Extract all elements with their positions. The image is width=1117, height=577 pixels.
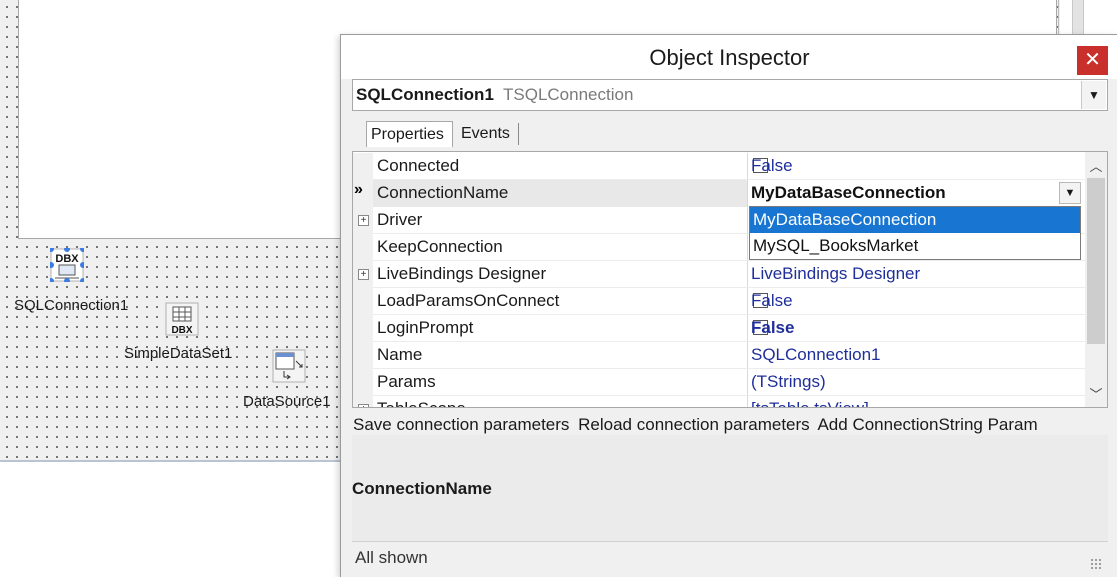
simpledataset-component[interactable]: DBX [165,302,199,341]
add-connectionstring-param-link[interactable]: Add ConnectionString Param [817,415,1037,434]
expand-icon[interactable]: + [358,269,369,280]
expand-icon[interactable]: + [358,404,369,407]
description-title: ConnectionName [352,479,492,498]
inspector-title: Object Inspector [341,35,1117,79]
property-name: TableScope [377,399,466,407]
property-row[interactable]: Connected False [353,153,1086,180]
property-description-panel: ConnectionName [352,435,1108,541]
selected-object-type: TSQLConnection [503,85,634,104]
connectionname-dropdown-button[interactable]: ▼ [1059,182,1081,204]
property-row[interactable]: Params (TStrings) [353,369,1086,396]
property-value: SQLConnection1 [751,345,881,364]
column-divider [747,369,748,396]
svg-text:DBX: DBX [171,325,192,336]
column-divider [747,288,748,315]
connectionname-value[interactable]: MyDataBaseConnection [751,183,946,203]
object-inspector-window: Object Inspector ✕ SQLConnection1 TSQLCo… [340,34,1117,577]
scroll-up-icon[interactable]: ︿ [1085,156,1107,175]
property-name: LiveBindings Designer [377,264,547,283]
resize-grip-icon[interactable] [1090,558,1102,570]
column-divider [747,396,748,407]
scroll-thumb[interactable] [1087,178,1105,344]
property-row[interactable]: + TableScope [tsTable,tsView] [353,396,1086,407]
column-divider [747,261,748,288]
property-grid-scrollbar[interactable]: ︿ ﹀ [1085,152,1107,407]
row-gutter [353,288,373,315]
tab-events[interactable]: Events [457,121,519,147]
property-name: Driver [377,210,423,229]
property-value: False [751,291,793,310]
selected-row-marker-icon: » [354,181,363,198]
scroll-down-icon[interactable]: ﹀ [1085,384,1107,403]
tab-separator [518,123,519,145]
property-grid[interactable]: Connected False » ConnectionName MyDataB… [352,151,1108,408]
property-name: ConnectionName [377,183,509,202]
property-row-selected[interactable]: » ConnectionName MyDataBaseConnection ▼ [353,180,1086,207]
property-row[interactable]: LoadParamsOnConnect False [353,288,1086,315]
row-gutter [353,153,373,180]
tab-properties[interactable]: Properties [366,121,453,147]
column-divider [747,153,748,180]
object-selector-dropdown-button[interactable]: ▼ [1081,81,1106,109]
column-divider [747,315,748,342]
reload-connection-parameters-link[interactable]: Reload connection parameters [578,415,810,434]
sqlconnection-label: SQLConnection1 [14,297,129,314]
close-button[interactable]: ✕ [1077,46,1108,75]
chevron-down-icon: ▼ [1088,88,1100,102]
property-name: Connected [377,156,460,175]
property-name: LoginPrompt [377,318,474,337]
column-divider [747,342,748,369]
property-name: Name [377,345,423,364]
chevron-down-icon: ▼ [1064,187,1076,199]
datasource-label: DataSource1 [243,393,331,410]
simpledataset-label: SimpleDataSet1 [124,345,233,362]
datasource-icon [272,349,306,383]
property-row[interactable]: + LiveBindings Designer LiveBindings Des… [353,261,1086,288]
property-name: LoadParamsOnConnect [377,291,560,310]
expand-icon[interactable]: + [358,215,369,226]
status-text: All shown [355,548,428,567]
livebindings-link[interactable]: LiveBindings Designer [751,264,920,284]
dbx-connection-icon: DBX [48,246,86,284]
inspector-tabs: Properties Events [352,117,1108,149]
dropdown-option-highlighted[interactable]: MyDataBaseConnection [750,207,1080,233]
property-row[interactable]: Name SQLConnection1 [353,342,1086,369]
save-connection-parameters-link[interactable]: Save connection parameters [353,415,569,434]
property-name: Params [377,372,436,391]
connectionname-dropdown-list[interactable]: MyDataBaseConnection MySQL_BooksMarket [749,206,1081,260]
property-value: False [751,156,793,175]
dbx-dataset-icon: DBX [165,302,199,336]
close-icon: ✕ [1084,49,1101,71]
row-gutter [353,315,373,342]
dropdown-option[interactable]: MySQL_BooksMarket [750,233,1080,259]
property-value: (TStrings) [751,372,826,391]
datasource-component[interactable] [272,349,306,388]
sqlconnection-component[interactable]: DBX [48,246,86,287]
component-verbs: Save connection parameters Reload connec… [353,415,1042,435]
row-gutter [353,234,373,261]
column-divider [747,234,748,261]
object-selector[interactable]: SQLConnection1 TSQLConnection ▼ [352,79,1108,111]
selected-object-name: SQLConnection1 [356,85,494,104]
property-name: KeepConnection [377,237,503,256]
property-row[interactable]: LoginPrompt False [353,315,1086,342]
row-gutter [353,369,373,396]
property-value: [tsTable,tsView] [751,399,869,407]
column-divider [747,207,748,234]
property-value: False [751,318,795,337]
row-gutter [353,342,373,369]
svg-text:DBX: DBX [55,253,79,265]
status-bar: All shown [352,541,1108,572]
